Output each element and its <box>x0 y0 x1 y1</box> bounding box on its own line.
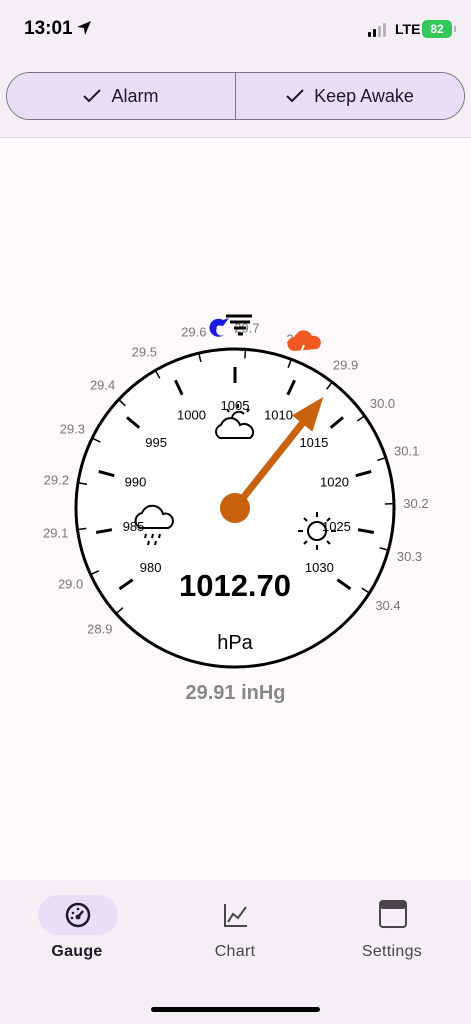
inhg-tick-label: 30.0 <box>370 396 395 411</box>
inhg-tick-label: 29.9 <box>333 358 358 373</box>
status-bar: 13:01 LTE 82 <box>0 0 471 60</box>
inhg-tick-label: 29.2 <box>44 472 69 487</box>
hpa-tick-label: 1015 <box>299 435 328 450</box>
needle-hub <box>220 493 250 523</box>
inhg-tick-label: 30.4 <box>375 598 400 613</box>
inhg-reading: 29.91 inHg <box>185 682 286 704</box>
inhg-tick-label: 29.5 <box>132 344 157 359</box>
battery-icon: 82 <box>422 20 456 38</box>
inhg-tick <box>244 348 247 359</box>
alarm-toggle-button[interactable]: Alarm <box>7 73 235 119</box>
status-time: 13:01 <box>24 18 73 39</box>
signal-icon <box>368 23 386 37</box>
keep-awake-label: Keep Awake <box>314 85 414 106</box>
inhg-tick-label: 29.1 <box>43 526 68 541</box>
toggle-segmented-button: Alarm Keep Awake <box>6 72 465 120</box>
battery-level: 82 <box>430 22 444 36</box>
nav-settings-label: Settings <box>361 943 423 960</box>
nav-settings-indicator <box>353 895 433 935</box>
nav-gauge-indicator <box>38 895 118 935</box>
hpa-tick-label: 980 <box>140 560 162 575</box>
hpa-tick-label: 1020 <box>320 474 349 489</box>
check-icon <box>286 89 304 103</box>
keep-awake-toggle-button[interactable]: Keep Awake <box>235 73 464 119</box>
nav-gauge[interactable]: Gauge <box>17 895 137 975</box>
check-icon <box>83 89 102 103</box>
top-app-bar: Alarm Keep Awake <box>0 60 471 138</box>
pressure-value: 1012.70 <box>179 568 291 603</box>
chart-icon <box>224 904 247 927</box>
inhg-tick-label: 30.3 <box>397 549 422 564</box>
hpa-tick-label: 990 <box>125 474 147 489</box>
barometer-gauge: 9809859909951000100510101015102010251030… <box>43 314 429 669</box>
home-indicator[interactable] <box>151 1007 320 1012</box>
alarm-label: Alarm <box>111 85 159 106</box>
hpa-tick-label: 985 <box>123 519 145 534</box>
nav-chart[interactable]: Chart <box>175 895 295 975</box>
nav-settings[interactable]: Settings <box>332 895 452 975</box>
hpa-tick-label: 995 <box>145 435 167 450</box>
pressure-unit: hPa <box>217 632 253 654</box>
hpa-tick-label: 1005 <box>221 398 250 413</box>
nav-gauge-label: Gauge <box>51 943 103 960</box>
inhg-tick-label: 29.6 <box>181 325 206 340</box>
nav-chart-label: Chart <box>214 943 256 960</box>
bottom-navigation: Gauge Chart Settings <box>0 880 471 1024</box>
network-label: LTE <box>395 21 421 37</box>
hpa-tick-label: 1010 <box>264 408 293 423</box>
gauge-icon <box>65 902 91 928</box>
inhg-tick-label: 30.2 <box>403 496 428 511</box>
hurricane-icon <box>209 318 229 337</box>
inhg-tick-label: 29.0 <box>58 577 83 592</box>
hpa-tick-label: 1030 <box>305 560 334 575</box>
location-arrow-icon <box>77 21 91 35</box>
inhg-tick-label: 29.3 <box>60 421 85 436</box>
inhg-tick-label: 29.4 <box>90 378 115 393</box>
settings-icon <box>379 900 407 930</box>
inhg-tick-label: 28.9 <box>87 621 112 636</box>
inhg-tick-label: 30.1 <box>394 444 419 459</box>
nav-chart-indicator <box>196 895 276 935</box>
hpa-tick-label: 1000 <box>177 408 206 423</box>
